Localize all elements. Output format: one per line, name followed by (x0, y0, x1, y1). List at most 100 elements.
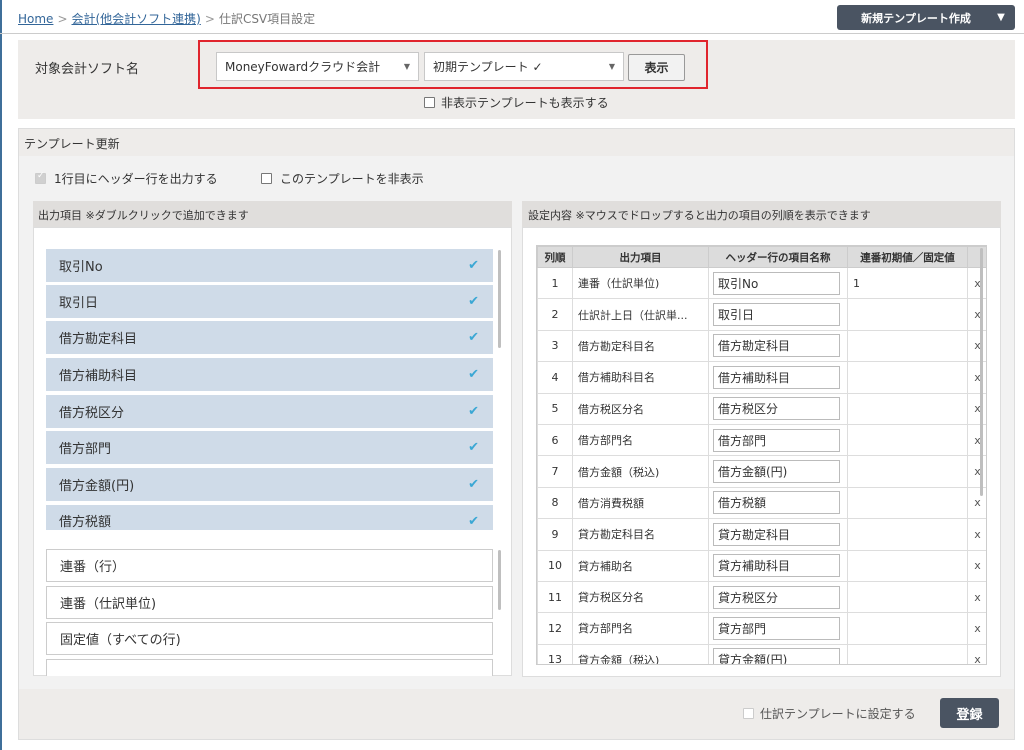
row-initial-value[interactable] (847, 298, 968, 331)
selected-item[interactable]: 借方補助科目 ✔ (46, 358, 493, 391)
row-order: 2 (537, 298, 573, 331)
delete-row-icon[interactable]: x (967, 643, 986, 664)
delete-row-icon[interactable]: x (967, 361, 986, 394)
selected-item[interactable]: 借方金額(円) ✔ (46, 468, 493, 501)
header-name-input[interactable]: 取引No (713, 271, 840, 295)
table-row[interactable]: 13 貸方金額（税込) 貸方金額(円) x (537, 643, 986, 664)
header-name-input[interactable]: 借方補助科目 (713, 365, 840, 389)
register-button[interactable]: 登録 (940, 698, 999, 728)
chevron-down-icon: ▼ (608, 62, 615, 71)
row-output-item: 借方補助科目名 (572, 361, 709, 394)
selected-item[interactable]: 借方勘定科目 ✔ (46, 321, 493, 354)
header-name-input[interactable]: 貸方部門 (713, 616, 840, 640)
row-header-cell: 貸方補助科目 (708, 549, 848, 582)
selected-item[interactable]: 借方部門 ✔ (46, 431, 493, 464)
settings-heading: 設定内容 ※マウスでドロップすると出力の項目の列順を表示できます (528, 209, 871, 222)
delete-row-icon[interactable]: x (967, 423, 986, 457)
row-order: 8 (537, 486, 573, 520)
delete-row-icon[interactable]: x (967, 298, 986, 331)
table-row[interactable]: 6 借方部門名 借方部門 x (537, 423, 986, 457)
table-row[interactable]: 1 連番（仕訳単位) 取引No 1 x (537, 266, 986, 300)
new-template-button-label: 新規テンプレート作成 (861, 11, 971, 25)
settings-grid-scrollbar[interactable] (980, 248, 983, 496)
row-initial-value[interactable] (847, 392, 968, 425)
row-header-cell: 借方勘定科目 (708, 329, 848, 363)
row-initial-value[interactable] (847, 612, 968, 645)
selected-item[interactable]: 借方税額 ✔ (46, 505, 493, 530)
show-hidden-templates-checkbox[interactable] (424, 97, 435, 108)
column-header-output-item: 出力項目 (572, 246, 709, 268)
table-row[interactable]: 11 貸方税区分名 貸方税区分 x (537, 580, 986, 614)
delete-row-icon[interactable]: x (967, 612, 986, 645)
row-initial-value[interactable] (847, 518, 968, 551)
table-row[interactable]: 12 貸方部門名 貸方部門 x (537, 612, 986, 645)
row-header-cell: 貸方勘定科目 (708, 518, 848, 551)
selected-item[interactable]: 取引日 ✔ (46, 285, 493, 318)
available-item[interactable]: 連番（仕訳単位) (46, 586, 493, 619)
show-hidden-templates-option[interactable]: 非表示テンプレートも表示する (424, 94, 609, 111)
table-row[interactable]: 3 借方勘定科目名 借方勘定科目 x (537, 329, 986, 363)
accounting-software-value: MoneyFowardクラウド会計 (225, 60, 381, 74)
accounting-software-select[interactable]: MoneyFowardクラウド会計 ▼ (216, 52, 419, 81)
breadcrumb-home-link[interactable]: Home (18, 12, 53, 26)
delete-row-icon[interactable]: x (967, 266, 986, 300)
table-row[interactable]: 4 借方補助科目名 借方補助科目 x (537, 361, 986, 394)
selected-items-scrollbar[interactable] (498, 250, 501, 348)
table-row[interactable]: 9 貸方勘定科目名 貸方勘定科目 x (537, 518, 986, 551)
header-name-input[interactable]: 借方税額 (713, 491, 840, 515)
display-button[interactable]: 表示 (628, 54, 685, 81)
available-item[interactable] (46, 659, 493, 676)
header-name-input[interactable]: 貸方補助科目 (713, 554, 840, 578)
template-select[interactable]: 初期テンプレート ✓ ▼ (424, 52, 624, 81)
delete-row-icon[interactable]: x (967, 329, 986, 363)
selected-item[interactable]: 借方税区分 ✔ (46, 395, 493, 428)
row-output-item: 仕訳計上日（仕訳単... (572, 298, 709, 331)
delete-row-icon[interactable]: x (967, 392, 986, 425)
available-items-scrollbar[interactable] (498, 550, 501, 610)
chevron-down-icon[interactable]: ▼ (987, 5, 1015, 30)
row-output-item: 貸方補助名 (572, 549, 709, 582)
delete-row-icon[interactable]: x (967, 486, 986, 520)
header-name-input[interactable]: 貸方税区分 (713, 585, 840, 609)
journal-template-option[interactable]: 仕訳テンプレートに設定する (743, 705, 916, 722)
delete-row-icon[interactable]: x (967, 549, 986, 582)
header-name-input[interactable]: 借方部門 (713, 428, 840, 452)
row-initial-value[interactable] (847, 486, 968, 520)
hide-template-checkbox[interactable] (261, 173, 272, 184)
available-item[interactable]: 連番（行） (46, 549, 493, 582)
breadcrumb-separator: > (204, 12, 215, 26)
table-row[interactable]: 10 貸方補助名 貸方補助科目 x (537, 549, 986, 582)
header-name-input[interactable]: 借方勘定科目 (713, 334, 840, 358)
hide-template-option[interactable]: このテンプレートを非表示 (261, 170, 424, 187)
row-initial-value[interactable] (847, 329, 968, 363)
available-item[interactable]: 固定値（すべての行) (46, 622, 493, 655)
row-initial-value[interactable] (847, 643, 968, 664)
header-name-input[interactable]: 借方金額(円) (713, 460, 840, 484)
row-initial-value[interactable] (847, 549, 968, 582)
header-name-input[interactable]: 借方税区分 (713, 397, 840, 421)
row-order: 6 (537, 423, 573, 457)
row-initial-value[interactable] (847, 361, 968, 394)
row-initial-value[interactable]: 1 (847, 266, 968, 300)
table-row[interactable]: 8 借方消費税額 借方税額 x (537, 486, 986, 520)
new-template-button[interactable]: 新規テンプレート作成 ▼ (837, 5, 1015, 30)
check-icon: ✔ (468, 440, 479, 455)
header-name-input[interactable]: 貸方勘定科目 (713, 522, 840, 546)
table-row[interactable]: 2 仕訳計上日（仕訳単... 取引日 x (537, 298, 986, 331)
row-order: 1 (537, 266, 573, 300)
row-initial-value[interactable] (847, 423, 968, 457)
selected-item[interactable]: 取引No ✔ (46, 249, 493, 282)
table-row[interactable]: 7 借方金額（税込) 借方金額(円) x (537, 455, 986, 488)
table-row[interactable]: 5 借方税区分名 借方税区分 x (537, 392, 986, 425)
delete-row-icon[interactable]: x (967, 580, 986, 614)
journal-template-checkbox[interactable] (743, 708, 754, 719)
header-name-input[interactable]: 取引日 (713, 303, 840, 327)
header-name-input[interactable]: 貸方金額(円) (713, 648, 840, 664)
row-order: 3 (537, 329, 573, 363)
row-header-cell: 借方税区分 (708, 392, 848, 425)
row-initial-value[interactable] (847, 455, 968, 488)
breadcrumb-parent-link[interactable]: 会計(他会計ソフト連携) (72, 12, 201, 26)
row-initial-value[interactable] (847, 580, 968, 614)
delete-row-icon[interactable]: x (967, 518, 986, 551)
delete-row-icon[interactable]: x (967, 455, 986, 488)
